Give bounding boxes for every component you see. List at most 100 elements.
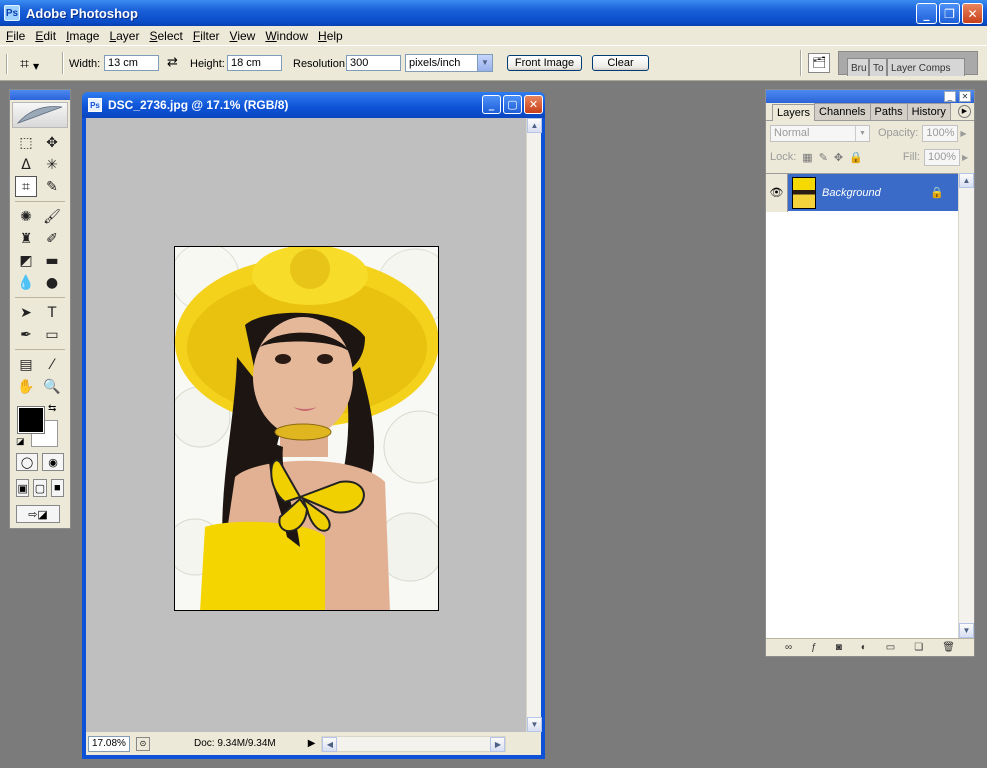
standard-mode-icon[interactable]: ◯ bbox=[16, 453, 38, 471]
document-close-button[interactable]: ✕ bbox=[524, 95, 543, 114]
add-mask-icon[interactable]: ◙ bbox=[836, 642, 842, 653]
well-tab-brushes[interactable]: Bru bbox=[847, 58, 869, 76]
move-tool-icon[interactable]: ✥ bbox=[41, 132, 63, 153]
well-tab-tool-presets[interactable]: To bbox=[869, 58, 887, 76]
tab-history[interactable]: History bbox=[906, 103, 951, 120]
scroll-left-icon[interactable]: ◀ bbox=[322, 736, 338, 752]
canvas-area[interactable] bbox=[86, 118, 526, 732]
blur-tool-icon[interactable]: 💧 bbox=[15, 272, 37, 293]
history-brush-tool-icon[interactable]: ✐ bbox=[41, 228, 63, 249]
layers-scrollbar[interactable]: ▲ ▼ bbox=[958, 173, 974, 638]
menu-layer[interactable]: Layer bbox=[105, 29, 145, 43]
document-photo[interactable] bbox=[174, 246, 439, 611]
scroll-down-icon[interactable]: ▼ bbox=[959, 623, 974, 638]
quick-mask-mode-icon[interactable]: ◉ bbox=[42, 453, 64, 471]
fill-field[interactable]: 100% bbox=[923, 148, 960, 166]
width-input[interactable] bbox=[104, 55, 159, 71]
minimize-button[interactable]: _ bbox=[916, 3, 937, 24]
new-layer-icon[interactable]: ❏ bbox=[914, 642, 923, 653]
clear-button[interactable]: Clear bbox=[592, 55, 649, 71]
swap-colors-icon[interactable]: ⇆ bbox=[48, 403, 56, 414]
file-browser-icon[interactable]: 🗂 bbox=[808, 53, 830, 73]
menu-edit[interactable]: Edit bbox=[31, 29, 62, 43]
palette-close-icon[interactable]: ✕ bbox=[959, 91, 971, 102]
full-screen-mode-icon[interactable]: ■ bbox=[50, 479, 64, 497]
menu-image[interactable]: Image bbox=[62, 29, 105, 43]
menu-filter[interactable]: Filter bbox=[189, 29, 226, 43]
tab-channels[interactable]: Channels bbox=[814, 103, 871, 120]
magic-wand-tool-icon[interactable]: ✳ bbox=[41, 154, 63, 175]
menu-file[interactable]: File bbox=[2, 29, 31, 43]
well-tab-layer-comps[interactable]: Layer Comps bbox=[887, 58, 965, 76]
document-maximize-button[interactable]: ▢ bbox=[503, 95, 522, 114]
swap-dimensions-icon[interactable]: ⇄ bbox=[167, 55, 178, 70]
document-minimize-button[interactable]: _ bbox=[482, 95, 501, 114]
gradient-tool-icon[interactable]: ▬ bbox=[41, 250, 63, 271]
notes-tool-icon[interactable]: ▤ bbox=[15, 354, 37, 375]
rectangle-tool-icon[interactable]: ▭ bbox=[41, 324, 63, 345]
brush-tool-icon[interactable]: 🖌 bbox=[41, 206, 63, 227]
lock-transparency-icon[interactable]: ▦ bbox=[802, 151, 812, 164]
menu-help[interactable]: Help bbox=[314, 29, 349, 43]
foreground-color-swatch[interactable] bbox=[17, 406, 45, 434]
adjustment-layer-icon[interactable]: ◐ bbox=[861, 642, 867, 653]
fill-slider-icon[interactable]: ▶ bbox=[962, 153, 968, 162]
lock-all-icon[interactable]: 🔒 bbox=[849, 151, 863, 164]
eraser-tool-icon[interactable]: ◩ bbox=[15, 250, 37, 271]
eyedropper-tool-icon[interactable]: ⁄ bbox=[41, 354, 63, 375]
slice-tool-icon[interactable]: ✎ bbox=[41, 176, 63, 197]
layer-row-background[interactable]: 👁 Background 🔒 bbox=[766, 173, 958, 212]
standard-screen-mode-icon[interactable]: ▣ bbox=[16, 479, 30, 497]
scroll-up-icon[interactable]: ▲ bbox=[959, 173, 974, 188]
tab-paths[interactable]: Paths bbox=[869, 103, 908, 120]
type-tool-icon[interactable]: T bbox=[41, 302, 63, 323]
status-menu-icon[interactable]: ▶ bbox=[308, 738, 316, 749]
restore-button[interactable]: ❐ bbox=[939, 3, 960, 24]
lock-position-icon[interactable]: ✥ bbox=[834, 151, 843, 164]
menu-select[interactable]: Select bbox=[145, 29, 188, 43]
resolution-input[interactable] bbox=[346, 55, 401, 71]
status-info-icon[interactable]: ⊙ bbox=[136, 736, 150, 751]
crop-tool-preset-icon[interactable]: ⌗ ▼ bbox=[20, 54, 39, 74]
layer-style-icon[interactable]: ƒ bbox=[811, 642, 817, 653]
zoom-level-field[interactable]: 17.08% bbox=[88, 735, 130, 752]
menu-window[interactable]: Window bbox=[261, 29, 314, 43]
visibility-eye-icon[interactable]: 👁 bbox=[766, 173, 788, 212]
zoom-tool-icon[interactable]: 🔍 bbox=[41, 376, 63, 397]
pen-tool-icon[interactable]: ✒ bbox=[15, 324, 37, 345]
jump-to-imageready-icon[interactable]: ⇨◪ bbox=[16, 505, 60, 523]
document-horizontal-scrollbar[interactable]: ◀ ▶ bbox=[321, 735, 507, 752]
scroll-right-icon[interactable]: ▶ bbox=[490, 736, 506, 752]
palette-menu-icon[interactable]: ▶ bbox=[958, 105, 971, 118]
opacity-field[interactable]: 100% bbox=[922, 124, 959, 142]
healing-brush-tool-icon[interactable]: ✺ bbox=[15, 206, 37, 227]
tools-palette-header[interactable] bbox=[10, 90, 70, 100]
close-button[interactable]: ✕ bbox=[962, 3, 983, 24]
hand-tool-icon[interactable]: ✋ bbox=[15, 376, 37, 397]
scroll-up-icon[interactable]: ▲ bbox=[527, 118, 542, 133]
tab-layers[interactable]: Layers bbox=[772, 104, 816, 121]
layers-palette-header[interactable]: _ ✕ bbox=[766, 90, 974, 103]
document-titlebar[interactable]: Ps DSC_2736.jpg @ 17.1% (RGB/8) _ ▢ ✕ bbox=[82, 92, 545, 118]
scroll-down-icon[interactable]: ▼ bbox=[527, 717, 542, 732]
adobe-feather-logo[interactable] bbox=[12, 102, 68, 128]
options-gripper[interactable] bbox=[6, 54, 8, 74]
dodge-tool-icon[interactable]: ● bbox=[41, 272, 63, 293]
palette-minimize-icon[interactable]: _ bbox=[944, 91, 956, 102]
resolution-units-select[interactable]: pixels/inch ▼ bbox=[405, 54, 493, 72]
document-vertical-scrollbar[interactable]: ▲ ▼ bbox=[526, 118, 542, 732]
lock-pixels-icon[interactable]: ✎ bbox=[819, 151, 828, 164]
menu-view[interactable]: View bbox=[226, 29, 262, 43]
full-screen-menubar-mode-icon[interactable]: ▢ bbox=[33, 479, 47, 497]
link-layers-icon[interactable]: ∞ bbox=[785, 642, 792, 653]
opacity-slider-icon[interactable]: ▶ bbox=[960, 129, 966, 138]
height-input[interactable] bbox=[227, 55, 282, 71]
delete-layer-icon[interactable]: 🗑 bbox=[942, 642, 955, 653]
new-group-icon[interactable]: ▭ bbox=[886, 642, 895, 653]
front-image-button[interactable]: Front Image bbox=[507, 55, 582, 71]
path-selection-tool-icon[interactable]: ➤ bbox=[15, 302, 37, 323]
blend-mode-select[interactable]: Normal ▼ bbox=[770, 124, 870, 142]
crop-tool-icon[interactable]: ⌗ bbox=[15, 176, 37, 197]
clone-stamp-tool-icon[interactable]: ♜ bbox=[15, 228, 37, 249]
marquee-tool-icon[interactable]: ⬚ bbox=[15, 132, 37, 153]
